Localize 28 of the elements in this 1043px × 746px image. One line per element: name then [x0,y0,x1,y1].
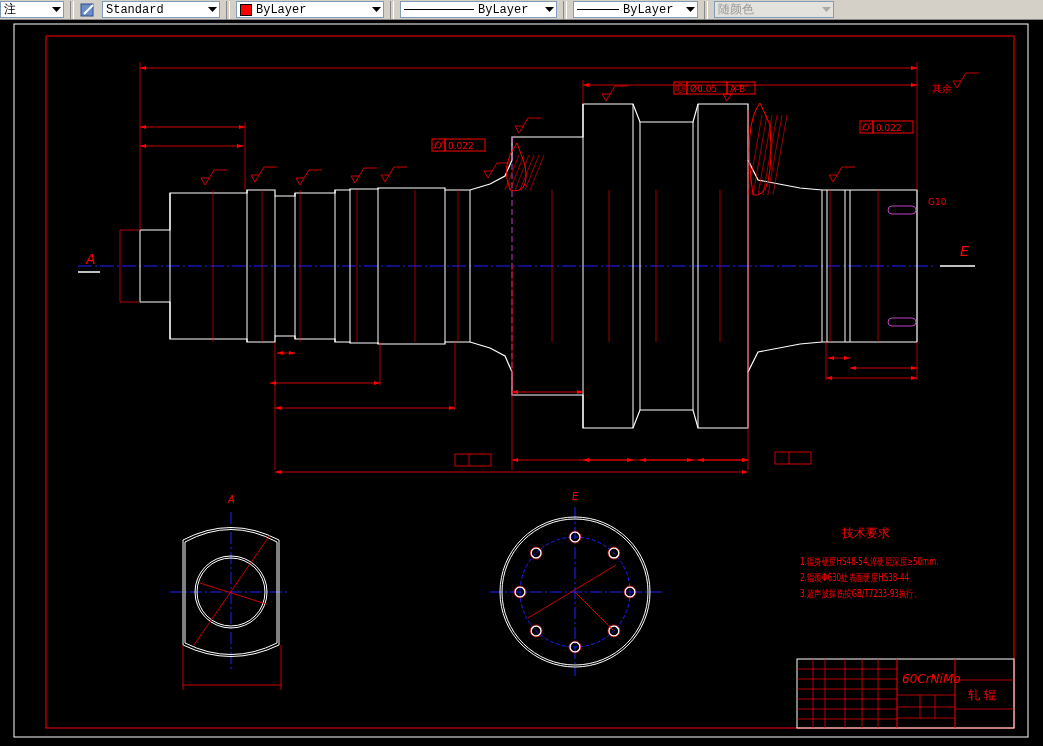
dimension-style-dropdown[interactable]: 注 [0,1,64,18]
view-label: E [572,491,579,502]
tolerance-frame [859,120,914,134]
section-mark [939,265,976,267]
tolerance-frame [431,138,486,152]
linetype-dropdown[interactable]: ByLayer [400,1,557,18]
tolerance-value: Ø0.05 [690,84,718,94]
part-name: 轧 辊 [968,688,996,702]
line-sample-icon [577,9,619,10]
requirement-note: 2.辊颈Φ630处表面硬度HS38-44。 [800,571,917,584]
tolerance-value: A-B [730,84,746,94]
text-style-icon[interactable] [80,1,96,18]
material-label: 60CrNiMo [902,672,961,686]
notes-title: 技术要求 [842,526,890,540]
requirement-note: 1.辊身硬度HS48-54,淬硬层深度≥50mm. [800,555,939,568]
color-dropdown[interactable]: ByLayer [236,1,384,18]
thread-label: G10 [928,197,947,207]
line-sample-icon [404,9,474,10]
requirement-note: 3.超声波探伤按GB/T7233-93执行。 [800,587,922,600]
section-mark [77,271,101,273]
tolerance-value: 0.022 [876,123,902,133]
view-label: A [86,251,96,267]
tolerance-value: 0.022 [448,141,474,151]
lineweight-dropdown[interactable]: ByLayer [573,1,698,18]
text-style-dropdown[interactable]: Standard [102,1,220,18]
roughness-note: 其余 [932,83,952,94]
view-label: E [960,243,969,259]
view-label: A [228,494,235,505]
